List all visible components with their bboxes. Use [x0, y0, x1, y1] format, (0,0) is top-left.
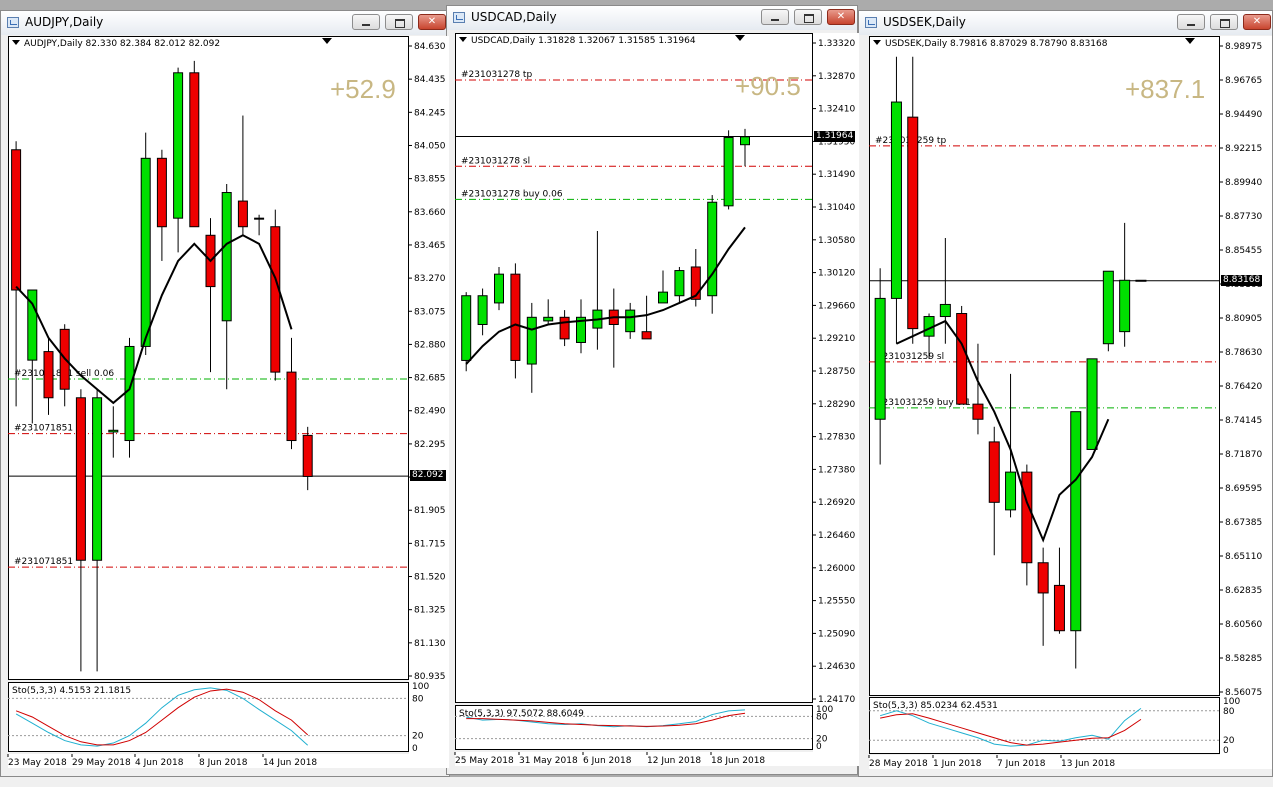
current-price-tag: 1.31964	[814, 130, 856, 142]
profit-label: +837.1	[1125, 74, 1206, 104]
ohlc-header: USDCAD,Daily 1.31828 1.32067 1.31585 1.3…	[471, 36, 696, 46]
current-price-tag: 8.83168	[1221, 274, 1263, 286]
main-plot[interactable]	[869, 36, 1220, 696]
chart-window-icon	[7, 17, 19, 28]
price-axis	[1220, 36, 1272, 769]
maximize-button[interactable]	[794, 9, 822, 25]
current-price-tag: 82.092	[410, 470, 446, 482]
minimize-button[interactable]	[352, 14, 380, 30]
time-axis	[869, 755, 1271, 769]
chart-header: AUDJPY,Daily 82.330 82.384 82.012 82.092	[12, 39, 220, 49]
title-bar[interactable]: USDSEK,Daily	[859, 11, 1272, 35]
stochastic-subwindow[interactable]	[455, 705, 813, 750]
price-axis	[409, 36, 449, 768]
minimize-button[interactable]	[761, 9, 789, 25]
title-bar[interactable]: AUDJPY,Daily	[1, 11, 449, 35]
caret-down-icon[interactable]	[873, 40, 881, 45]
status-strip	[0, 777, 1273, 787]
main-plot[interactable]	[8, 36, 409, 680]
chart-shift-icon[interactable]	[735, 35, 745, 41]
profit-label: +90.5	[735, 71, 801, 101]
close-button[interactable]	[1243, 14, 1271, 30]
maximize-button[interactable]	[385, 14, 413, 30]
stochastic-subwindow[interactable]	[8, 682, 409, 752]
ohlc-header: AUDJPY,Daily 82.330 82.384 82.012 82.092	[24, 39, 221, 49]
title-bar[interactable]: USDCAD,Daily	[447, 6, 857, 30]
time-axis	[8, 754, 448, 768]
stochastic-subwindow[interactable]	[869, 697, 1220, 754]
window-title: USDSEK,Daily	[883, 15, 966, 29]
caret-down-icon[interactable]	[12, 40, 20, 45]
chart-window-icon	[453, 12, 465, 23]
chart-window-icon	[865, 17, 877, 28]
maximize-button[interactable]	[1210, 14, 1238, 30]
close-button[interactable]	[418, 14, 446, 30]
chart-shift-icon[interactable]	[322, 38, 332, 44]
ohlc-header: USDSEK,Daily 8.79816 8.87029 8.78790 8.8…	[885, 39, 1108, 49]
window-title: AUDJPY,Daily	[25, 15, 104, 29]
chart-header: USDCAD,Daily 1.31828 1.32067 1.31585 1.3…	[459, 36, 696, 46]
minimize-button[interactable]	[1177, 14, 1205, 30]
price-axis	[813, 33, 859, 766]
close-button[interactable]	[827, 9, 855, 25]
chart-header: USDSEK,Daily 8.79816 8.87029 8.78790 8.8…	[873, 39, 1107, 49]
caret-down-icon[interactable]	[459, 37, 467, 42]
chart-shift-icon[interactable]	[1185, 38, 1195, 44]
window-title: USDCAD,Daily	[471, 10, 557, 24]
time-axis	[455, 752, 858, 766]
profit-label: +52.9	[330, 74, 396, 104]
main-plot[interactable]	[455, 33, 813, 703]
